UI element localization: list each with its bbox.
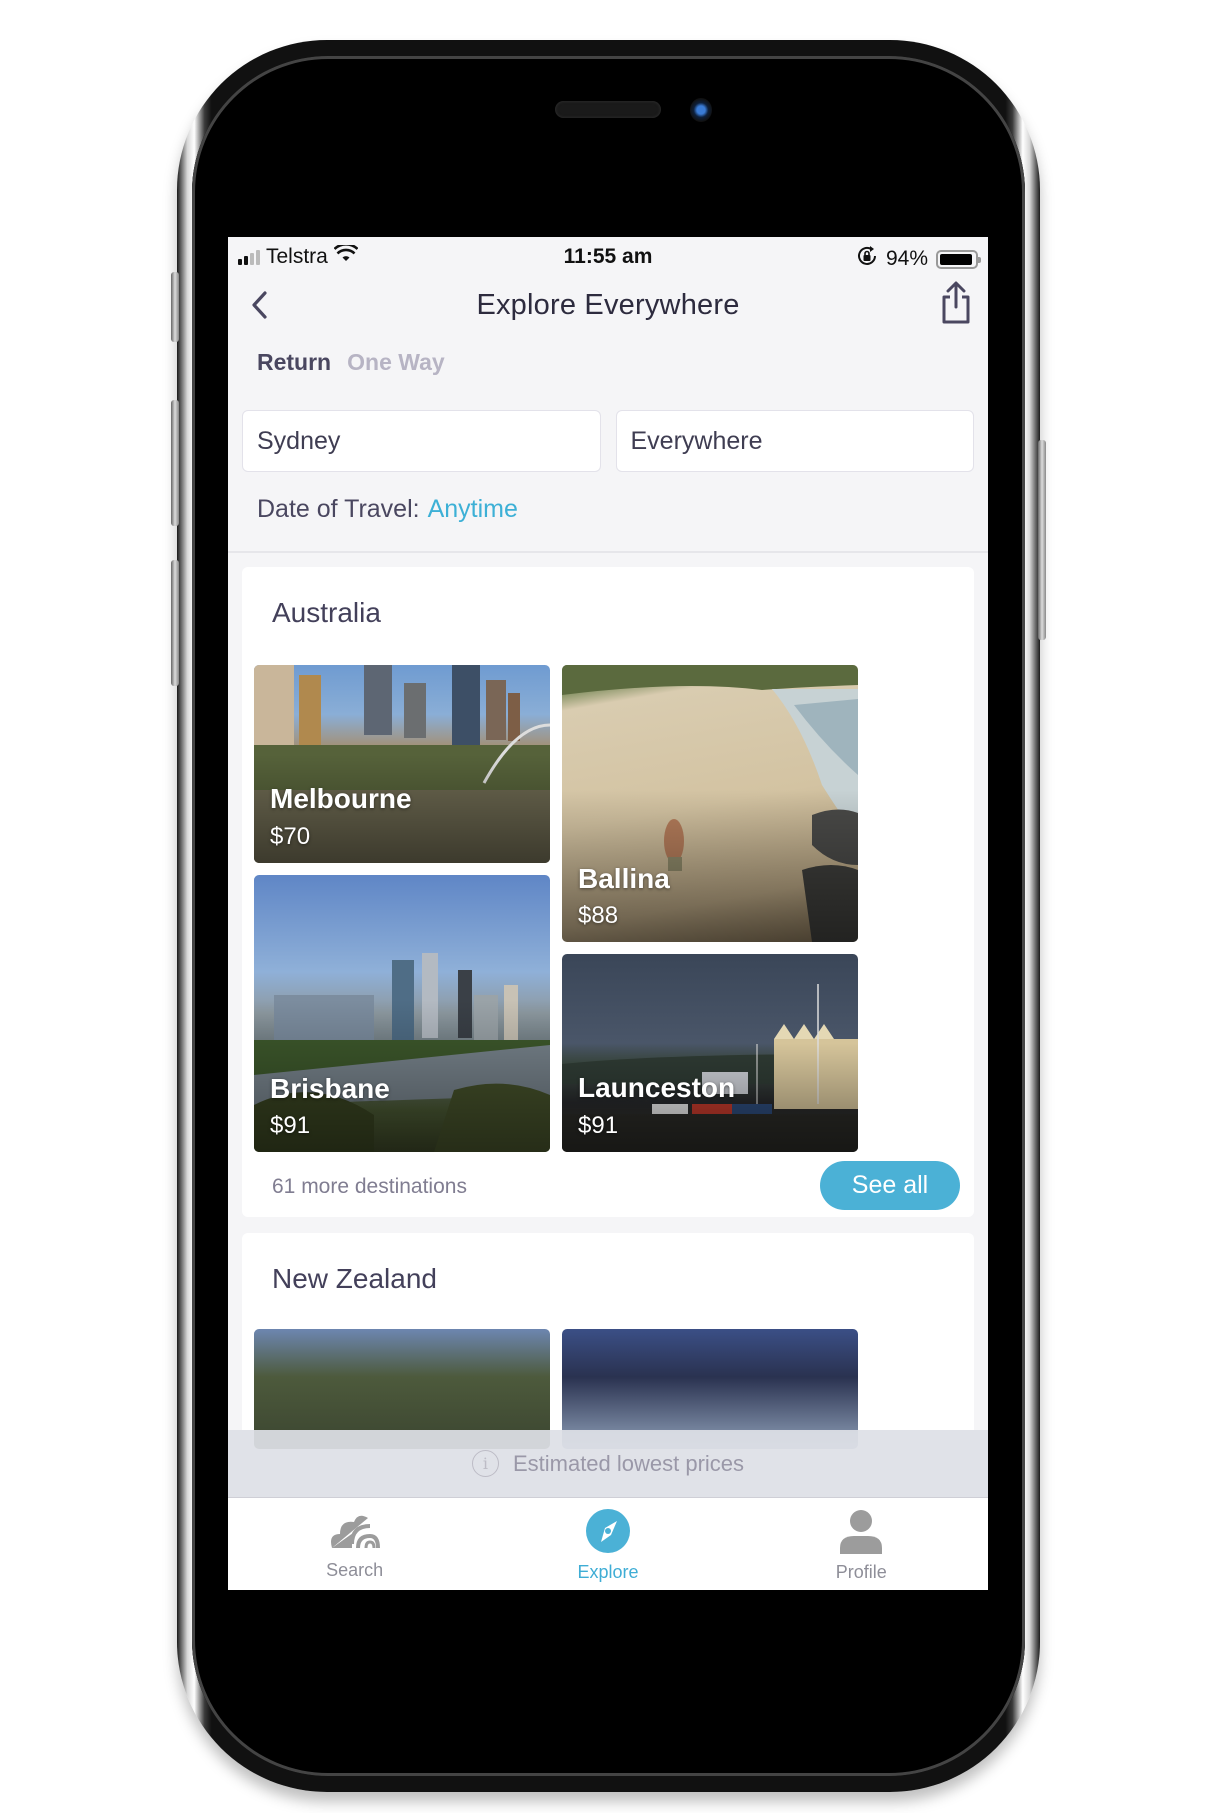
- orientation-lock-icon: [856, 245, 878, 273]
- tab-bar: Search Explore Profile: [228, 1498, 988, 1590]
- share-icon: [942, 281, 970, 324]
- date-of-travel: Date of Travel: Anytime: [257, 495, 518, 524]
- front-camera: [690, 98, 712, 122]
- destination-price: $88: [578, 902, 619, 929]
- destination-card-melbourne[interactable]: Melbourne $70: [254, 665, 550, 863]
- back-button[interactable]: [240, 285, 280, 325]
- trip-tab-return[interactable]: Return: [257, 349, 331, 376]
- share-button[interactable]: [934, 279, 978, 327]
- tab-explore[interactable]: Explore: [481, 1498, 734, 1590]
- status-bar: Telstra 11:55 am 94%: [228, 237, 988, 275]
- destination-card-ballina[interactable]: Ballina $88: [562, 665, 858, 942]
- destination-name: Brisbane: [270, 1073, 390, 1104]
- tab-label: Explore: [577, 1562, 639, 1582]
- volume-down-button: [171, 560, 179, 686]
- destination-card-launceston[interactable]: Launceston $91: [562, 954, 858, 1152]
- tab-profile[interactable]: Profile: [735, 1498, 988, 1590]
- more-destinations-text: 61 more destinations: [272, 1175, 467, 1198]
- destination-price: $91: [578, 1112, 619, 1139]
- power-button: [1038, 440, 1046, 640]
- battery-icon: [936, 249, 981, 269]
- search-cloud-icon: [330, 1515, 380, 1549]
- destination-price: $91: [270, 1112, 311, 1139]
- section-title: New Zealand: [272, 1263, 437, 1294]
- origin-input[interactable]: [242, 410, 601, 472]
- destination-card-brisbane[interactable]: Brisbane $91: [254, 875, 550, 1152]
- date-of-travel-label: Date of Travel:: [257, 495, 420, 523]
- section-australia: Australia Melbourne $70 Ballina $88 Bris…: [242, 567, 974, 1217]
- tab-label: Search: [326, 1560, 384, 1580]
- app-screen: Telstra 11:55 am 94% Explore Everywhere …: [228, 237, 988, 1590]
- page-title: Explore Everywhere: [476, 289, 740, 321]
- battery-percent: 94%: [885, 247, 928, 270]
- mute-switch: [171, 272, 179, 342]
- destination-name: Ballina: [578, 863, 670, 894]
- tab-search[interactable]: Search: [228, 1498, 481, 1590]
- person-icon: [840, 1510, 883, 1554]
- estimated-prices-text: Estimated lowest prices: [512, 1450, 745, 1476]
- section-title: Australia: [272, 597, 381, 628]
- compass-icon: [585, 1509, 630, 1553]
- tab-label: Profile: [835, 1562, 887, 1582]
- chevron-left-icon: [252, 291, 267, 319]
- header-divider: [228, 551, 988, 553]
- destination-input[interactable]: [615, 410, 974, 472]
- destination-name: Launceston: [578, 1072, 736, 1103]
- trip-tab-one-way[interactable]: One Way: [347, 349, 445, 376]
- see-all-button[interactable]: See all: [820, 1161, 960, 1210]
- speaker-grille: [555, 101, 661, 118]
- destination-price: $70: [270, 823, 311, 850]
- destination-name: Melbourne: [270, 783, 412, 814]
- trip-type-selector: Return One Way: [257, 349, 445, 376]
- estimated-prices-notice: i Estimated lowest prices: [228, 1430, 988, 1498]
- volume-up-button: [171, 400, 179, 526]
- search-fields: [242, 410, 974, 472]
- date-of-travel-value[interactable]: Anytime: [428, 495, 518, 523]
- info-icon: i: [471, 1450, 499, 1477]
- navigation-bar: Explore Everywhere: [228, 275, 988, 339]
